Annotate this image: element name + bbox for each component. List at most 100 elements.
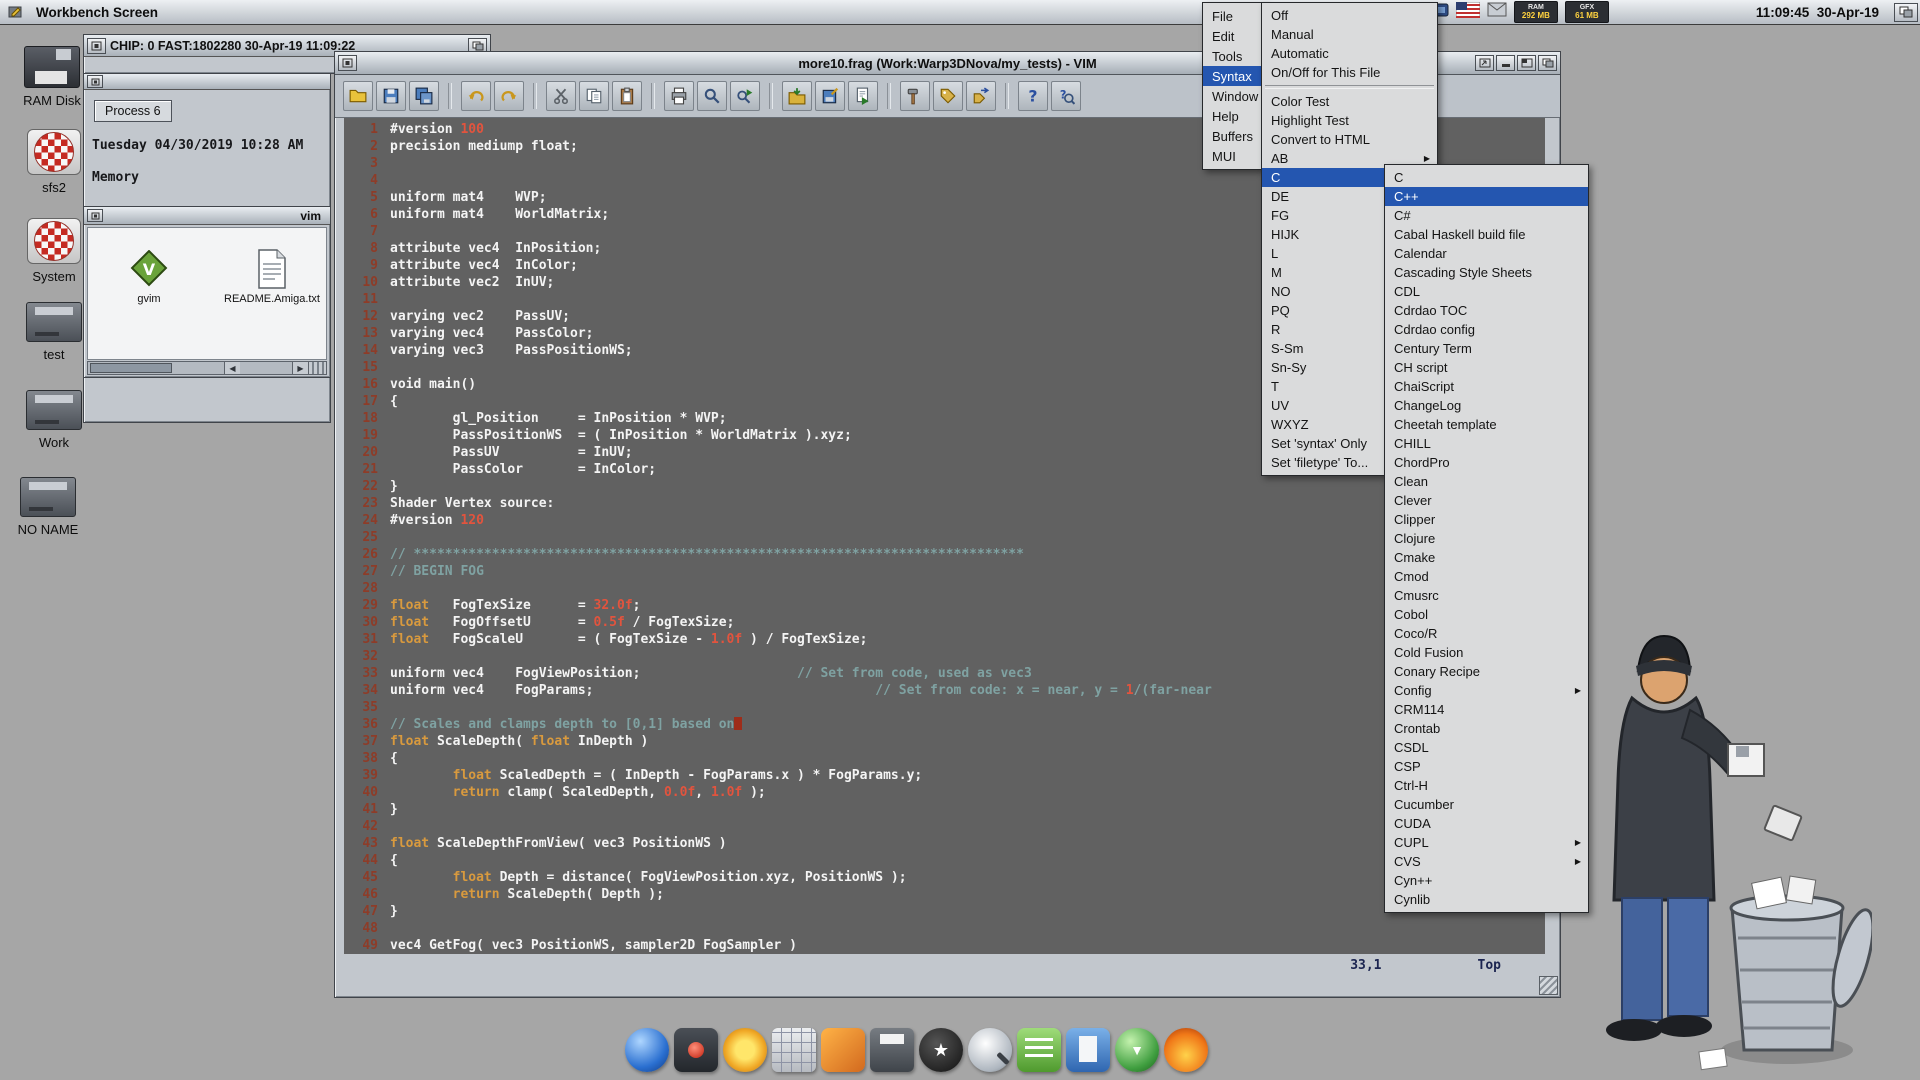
c-submenu-item-cold-fusion[interactable]: Cold Fusion	[1385, 643, 1588, 662]
c-submenu-item-cobol[interactable]: Cobol	[1385, 605, 1588, 624]
load-session-button[interactable]	[782, 81, 812, 111]
c-submenu-item-cuda[interactable]: CUDA	[1385, 814, 1588, 833]
c-submenu-item-cucumber[interactable]: Cucumber	[1385, 795, 1588, 814]
c-submenu-item-conary-recipe[interactable]: Conary Recipe	[1385, 662, 1588, 681]
c-submenu-item-cheetah-template[interactable]: Cheetah template	[1385, 415, 1588, 434]
find-button[interactable]	[697, 81, 727, 111]
iconify-icon[interactable]	[1496, 55, 1515, 71]
c-submenu-item-clever[interactable]: Clever	[1385, 491, 1588, 510]
resize-handle[interactable]	[1539, 976, 1558, 995]
open-button[interactable]	[343, 81, 373, 111]
jump-screen-icon[interactable]	[1475, 55, 1494, 71]
c-submenu-item-cvs[interactable]: CVS▶	[1385, 852, 1588, 871]
c-submenu-item-cdrdao-config[interactable]: Cdrdao config	[1385, 320, 1588, 339]
print-button[interactable]	[664, 81, 694, 111]
syntax-menu-item-off[interactable]: Off	[1262, 6, 1437, 25]
process-window-titlebar[interactable]	[84, 74, 330, 90]
c-submenu-item-clean[interactable]: Clean	[1385, 472, 1588, 491]
c-submenu-item-cyn[interactable]: Cyn++	[1385, 871, 1588, 890]
amiupdate-dock-icon[interactable]	[1115, 1028, 1159, 1072]
menu-item-syntax[interactable]: Syntax	[1203, 66, 1265, 86]
c-submenu-item-chordpro[interactable]: ChordPro	[1385, 453, 1588, 472]
workbench-dock-icon[interactable]	[625, 1028, 669, 1072]
desktop-icon-ram-disk[interactable]: RAM Disk	[10, 46, 94, 108]
resize-grip-icon[interactable]	[308, 362, 326, 374]
menu-item-help[interactable]: Help	[1203, 106, 1265, 126]
c-submenu-item-cascading-style-sheets[interactable]: Cascading Style Sheets	[1385, 263, 1588, 282]
c-submenu-item-cynlib[interactable]: Cynlib	[1385, 890, 1588, 909]
zoom-icon[interactable]	[1517, 55, 1536, 71]
c-submenu-item-clipper[interactable]: Clipper	[1385, 510, 1588, 529]
c-submenu-item-c[interactable]: C#	[1385, 206, 1588, 225]
depth-icon[interactable]	[1538, 55, 1557, 71]
save-button[interactable]	[376, 81, 406, 111]
help-button[interactable]: ?	[1018, 81, 1048, 111]
boing-dock-icon[interactable]	[919, 1028, 963, 1072]
files-window-titlebar[interactable]: vim	[84, 207, 330, 225]
c-submenu-item-csp[interactable]: CSP	[1385, 757, 1588, 776]
c-submenu-item-cabal-haskell-build-file[interactable]: Cabal Haskell build file	[1385, 225, 1588, 244]
c-submenu-item-changelog[interactable]: ChangeLog	[1385, 396, 1588, 415]
build-tags-button[interactable]	[933, 81, 963, 111]
c-submenu-item-clojure[interactable]: Clojure	[1385, 529, 1588, 548]
search-dock-icon[interactable]	[968, 1028, 1012, 1072]
screen-titlebar[interactable]: Workbench Screen RAM 292 MB GFX 61 MB 11…	[0, 0, 1920, 25]
mail-icon[interactable]	[1487, 2, 1507, 22]
screen-depth-icon[interactable]	[1894, 3, 1918, 22]
c-submenu-item-cdrdao-toc[interactable]: Cdrdao TOC	[1385, 301, 1588, 320]
menu-item-mui[interactable]: MUI	[1203, 146, 1265, 166]
c-submenu-item-ctrl-h[interactable]: Ctrl-H	[1385, 776, 1588, 795]
undo-button[interactable]	[461, 81, 491, 111]
file-icon-gvim[interactable]: V gvim	[128, 250, 170, 305]
close-icon[interactable]	[87, 209, 103, 222]
calculator-dock-icon[interactable]	[772, 1028, 816, 1072]
notepad-dock-icon[interactable]	[1017, 1028, 1061, 1072]
file-icon-readme[interactable]: README.Amiga.txt	[216, 248, 328, 305]
syntax-menu-item-manual[interactable]: Manual	[1262, 25, 1437, 44]
save-session-button[interactable]	[815, 81, 845, 111]
filer-dock-icon[interactable]	[821, 1028, 865, 1072]
redo-button[interactable]	[494, 81, 524, 111]
run-script-button[interactable]	[848, 81, 878, 111]
media-player-dock-icon[interactable]	[674, 1028, 718, 1072]
find-help-button[interactable]: ?	[1051, 81, 1081, 111]
scrollbar-knob[interactable]	[90, 363, 172, 373]
c-submenu-item-c[interactable]: C++	[1385, 187, 1588, 206]
c-submenu-item-cdl[interactable]: CDL	[1385, 282, 1588, 301]
documents-dock-icon[interactable]	[1066, 1028, 1110, 1072]
c-submenu-item-crm114[interactable]: CRM114	[1385, 700, 1588, 719]
c-submenu-item-chaiscript[interactable]: ChaiScript	[1385, 377, 1588, 396]
syntax-menu-item-on-off-for-this-file[interactable]: On/Off for This File	[1262, 63, 1437, 82]
syntax-menu-item-automatic[interactable]: Automatic	[1262, 44, 1437, 63]
syntax-menu-item-highlight-test[interactable]: Highlight Test	[1262, 111, 1437, 130]
printer-dock-icon[interactable]	[870, 1028, 914, 1072]
make-button[interactable]	[900, 81, 930, 111]
c-submenu-item-cupl[interactable]: CUPL▶	[1385, 833, 1588, 852]
c-submenu-item-cmusrc[interactable]: Cmusrc	[1385, 586, 1588, 605]
syntax-menu-item-convert-to-html[interactable]: Convert to HTML	[1262, 130, 1437, 149]
c-submenu-item-coco-r[interactable]: Coco/R	[1385, 624, 1588, 643]
desktop-icon-no-name[interactable]: NO NAME	[6, 477, 90, 537]
menu-item-file[interactable]: File	[1203, 6, 1265, 26]
paste-button[interactable]	[612, 81, 642, 111]
menu-item-edit[interactable]: Edit	[1203, 26, 1265, 46]
c-submenu-item-ch-script[interactable]: CH script	[1385, 358, 1588, 377]
save-all-button[interactable]	[409, 81, 439, 111]
menu-item-window[interactable]: Window	[1203, 86, 1265, 106]
c-submenu-item-calendar[interactable]: Calendar	[1385, 244, 1588, 263]
scroll-right-icon[interactable]: ▶	[292, 362, 308, 374]
tag-jump-button[interactable]	[966, 81, 996, 111]
c-submenu-item-century-term[interactable]: Century Term	[1385, 339, 1588, 358]
menu-item-tools[interactable]: Tools	[1203, 46, 1265, 66]
c-submenu-item-c[interactable]: C	[1385, 168, 1588, 187]
locale-flag-icon[interactable]	[1456, 2, 1480, 23]
c-submenu-item-crontab[interactable]: Crontab	[1385, 719, 1588, 738]
close-icon[interactable]	[87, 75, 103, 88]
menu-item-buffers[interactable]: Buffers	[1203, 126, 1265, 146]
syntax-menu-item-color-test[interactable]: Color Test	[1262, 92, 1437, 111]
c-submenu-item-csdl[interactable]: CSDL	[1385, 738, 1588, 757]
process-tab[interactable]: Process 6	[94, 100, 172, 122]
c-submenu-item-chill[interactable]: CHILL	[1385, 434, 1588, 453]
cut-button[interactable]	[546, 81, 576, 111]
horizontal-scrollbar[interactable]: ◀ ▶	[87, 361, 327, 375]
